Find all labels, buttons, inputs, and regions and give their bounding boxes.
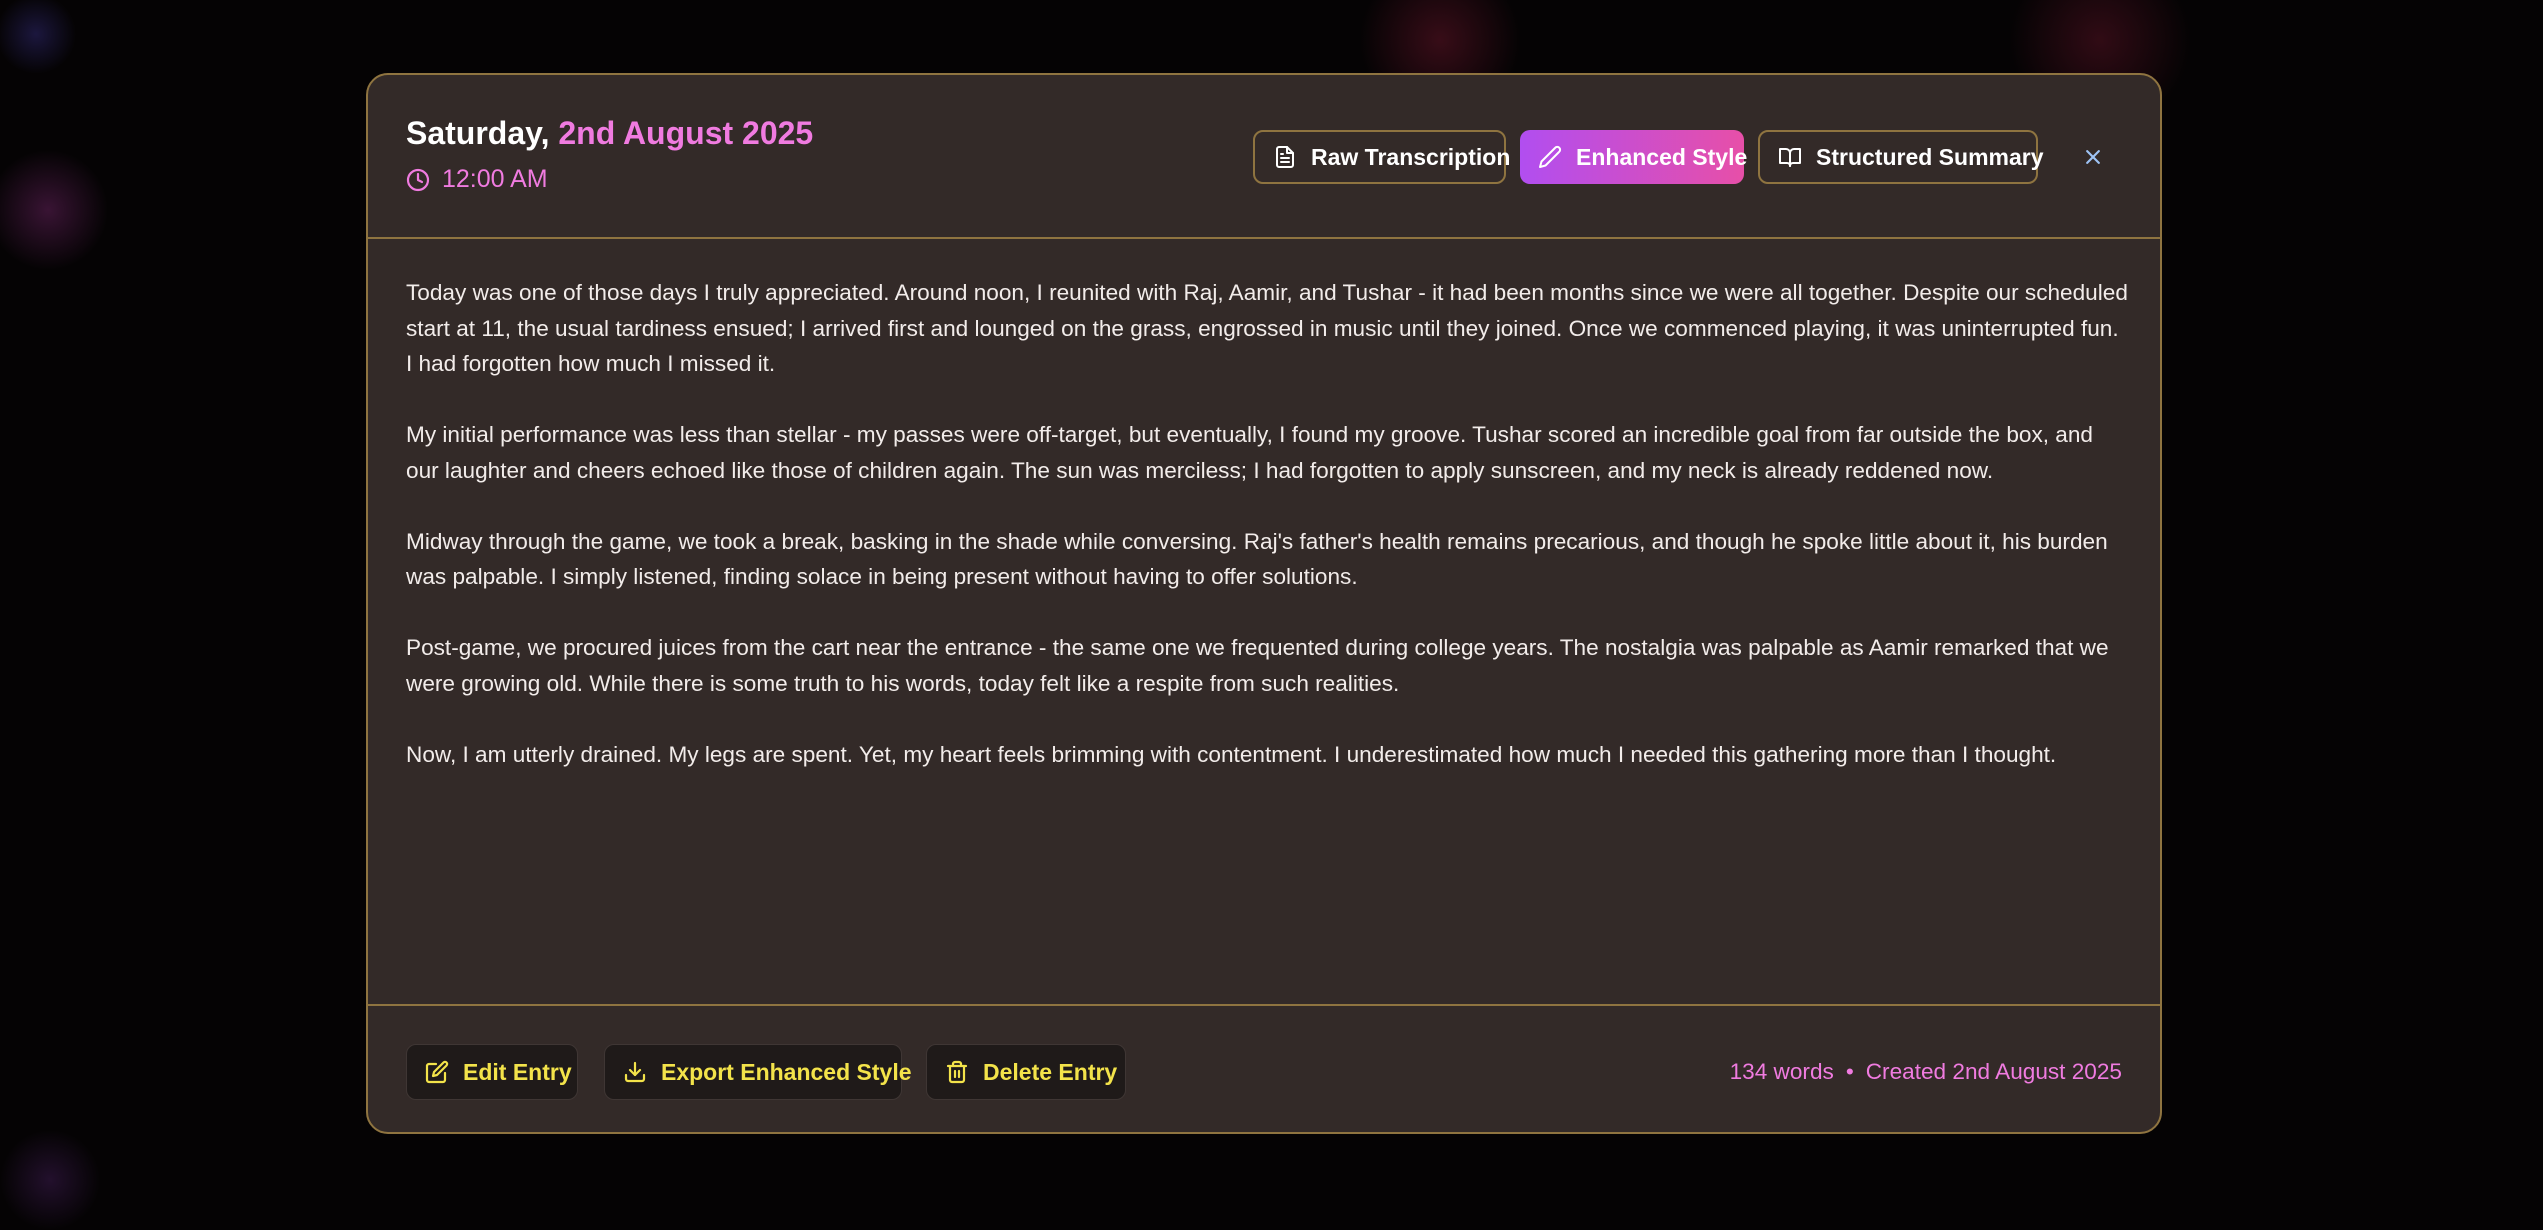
export-enhanced-style-button[interactable]: Export Enhanced Style — [604, 1044, 912, 1100]
entry-meta: 134 words • Created 2nd August 2025 — [1730, 1059, 2122, 1085]
modal-header: Saturday, 2nd August 2025 12:00 AM Raw T… — [368, 75, 2160, 239]
entry-date-title: Saturday, 2nd August 2025 — [406, 115, 813, 152]
tab-structured-summary[interactable]: Structured Summary — [1758, 130, 2044, 184]
tab-raw-transcription[interactable]: Raw Transcription — [1253, 130, 1510, 184]
meta-separator: • — [1845, 1059, 1854, 1084]
edit-entry-button[interactable]: Edit Entry — [406, 1044, 578, 1100]
entry-weekday: Saturday, — [406, 115, 550, 151]
edit-icon — [425, 1060, 449, 1084]
entry-paragraph: Now, I am utterly drained. My legs are s… — [406, 741, 2057, 767]
tab-label: Structured Summary — [1816, 143, 2044, 170]
close-button[interactable] — [2078, 142, 2108, 172]
document-icon — [1276, 146, 1294, 168]
entry-date: 2nd August 2025 — [558, 115, 814, 151]
tab-label: Enhanced Style — [1576, 143, 1748, 170]
tab-enhanced-style[interactable]: Enhanced Style — [1520, 130, 1748, 184]
download-icon — [624, 1061, 646, 1083]
tab-label: Raw Transcription — [1311, 143, 1511, 170]
pencil-icon — [1539, 145, 1562, 168]
book-icon — [1779, 148, 1801, 167]
edit-entry-label: Edit Entry — [463, 1058, 572, 1085]
entry-content: Today was one of those days I truly appr… — [406, 275, 2128, 808]
delete-entry-button[interactable]: Delete Entry — [926, 1044, 1126, 1100]
clock-icon — [406, 168, 430, 191]
entry-paragraph: Midway through the game, we took a break… — [406, 528, 2108, 590]
delete-entry-label: Delete Entry — [983, 1058, 1118, 1085]
journal-entry-modal: Saturday, 2nd August 2025 12:00 AM Raw T… — [366, 73, 2162, 1134]
entry-paragraph: Post-game, we procured juices from the c… — [406, 635, 2109, 696]
export-label: Export Enhanced Style — [661, 1058, 912, 1085]
close-icon — [2086, 150, 2100, 164]
entry-time-row: 12:00 AM — [406, 165, 548, 194]
entry-paragraph: My initial performance was less than ste… — [406, 422, 2093, 483]
trash-icon — [946, 1060, 968, 1084]
modal-footer: Edit Entry Export Enhanced Style Delete … — [368, 1004, 2160, 1132]
entry-time: 12:00 AM — [442, 165, 548, 193]
entry-paragraph: Today was one of those days I truly appr… — [406, 280, 2128, 376]
word-count: 134 words — [1729, 1059, 1834, 1084]
created-date: Created 2nd August 2025 — [1865, 1059, 2122, 1084]
